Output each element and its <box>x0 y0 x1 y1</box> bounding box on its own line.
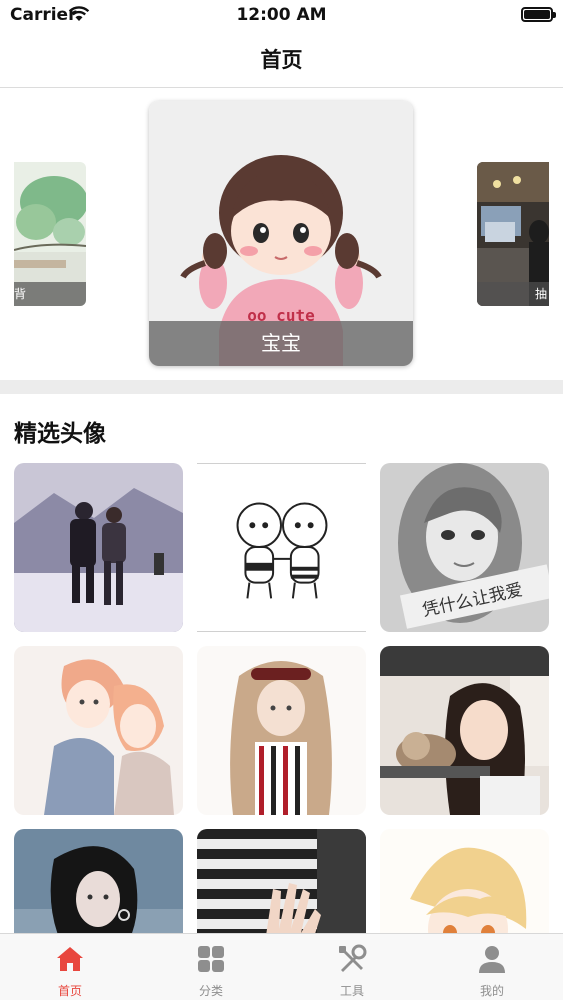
tab-bar: 首页 分类 工具 我的 <box>0 933 563 1000</box>
banner-carousel[interactable]: 背 oo cute 宝宝 抽 <box>0 88 563 380</box>
tab-me[interactable]: 我的 <box>422 934 562 1000</box>
tab-tools[interactable]: 工具 <box>282 934 422 1000</box>
anime-couple-avatar[interactable] <box>14 646 183 815</box>
tab-home-label: 首页 <box>57 984 82 998</box>
banner-left-caption: 背 <box>14 282 86 306</box>
girl-bw-avatar[interactable]: 凭什么让我爱 <box>380 463 549 632</box>
cartoon-babies-avatar[interactable] <box>197 463 366 632</box>
person-icon <box>479 946 505 973</box>
tab-category[interactable]: 分类 <box>141 934 281 1000</box>
avatar-grid: 凭什么让我爱 <box>14 463 549 933</box>
dark-hair-girl-avatar[interactable] <box>14 829 183 933</box>
battery-icon <box>521 7 556 22</box>
banner-card-right[interactable]: 抽 <box>477 162 549 306</box>
anime-blonde-avatar[interactable] <box>380 829 549 933</box>
clock: 12:00 AM <box>236 5 327 25</box>
tab-home[interactable]: 首页 <box>0 934 140 1000</box>
section-title: 精选头像 <box>14 421 106 447</box>
banner-card-left[interactable]: 背 <box>14 162 86 306</box>
banner-center-caption: 宝宝 <box>149 321 413 366</box>
page-title: 首页 <box>260 48 303 72</box>
section-divider <box>0 380 563 394</box>
tools-icon <box>339 944 367 972</box>
banner-card-center[interactable]: oo cute 宝宝 <box>149 101 413 366</box>
navigation-bar: 首页 <box>0 30 563 88</box>
banner-right-caption: 抽 <box>477 282 549 306</box>
home-icon <box>57 947 83 971</box>
couple-snow-avatar[interactable] <box>14 463 183 632</box>
tab-category-label: 分类 <box>198 984 223 998</box>
tab-tools-label: 工具 <box>339 984 364 998</box>
status-bar: Carrier 12:00 AM <box>0 0 563 30</box>
hand-stripes-avatar[interactable] <box>197 829 366 933</box>
tab-me-label: 我的 <box>479 984 504 998</box>
girl-cat-avatar[interactable] <box>380 646 549 815</box>
grid-icon <box>198 946 224 972</box>
anime-girl-avatar[interactable] <box>197 646 366 815</box>
